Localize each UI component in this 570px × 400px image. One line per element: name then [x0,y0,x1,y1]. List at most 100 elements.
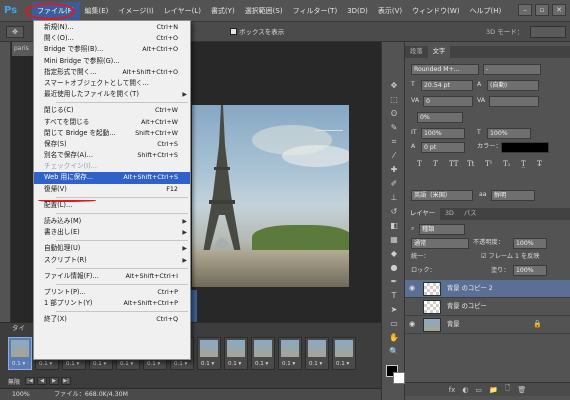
timeline-frame[interactable]: 0.1 ▾ [224,337,248,370]
transform-handle[interactable] [315,130,343,138]
file-menu-item[interactable]: 保存(S) Ctrl+S [34,139,190,150]
layer-row[interactable]: ◉ 背景 🔒 [405,316,570,334]
move-icon[interactable]: ✥ [387,80,401,92]
layer-name[interactable]: 背景 のコピー 2 [447,280,493,298]
leading-field[interactable]: (自動) [487,80,539,91]
timeline-frame[interactable]: 0.1 ▾ [197,337,221,370]
font-family-select[interactable]: Rounded M+... [411,64,479,75]
frame-duration[interactable]: 0.1 ▾ [93,361,106,367]
superscript-icon[interactable]: T¹ [485,160,497,168]
file-menu-item[interactable]: スクリプト(R) ▶ [34,255,190,266]
type-icon[interactable]: T [387,290,401,302]
text-color-swatch[interactable] [501,142,549,153]
frame-duration[interactable]: 0.1 ▾ [12,361,25,367]
menu-8[interactable]: 表示(V) [373,2,407,20]
faux-italic-icon[interactable]: T [433,160,445,168]
layer-row[interactable]: 背景 のコピー [405,298,570,316]
file-menu-item[interactable]: 閉じて Bridge を起動... Shift+Ctrl+W [34,128,190,139]
blend-mode-select[interactable]: 通常 [411,238,469,249]
font-size-field[interactable]: 20.54 pt [421,80,473,91]
kerning-field[interactable]: 0 [423,96,473,107]
layers-footer-icon[interactable]: ◐ [462,386,468,394]
eyedropper-icon[interactable]: ⁄ [387,150,401,162]
file-menu-item[interactable]: チェックイン(I)... [34,161,190,172]
file-menu-item[interactable]: 別名で保存(A)... Shift+Ctrl+S [34,150,190,161]
layers-footer-icon[interactable]: 📁 [489,386,498,394]
layers-footer-icon[interactable]: ▭ [475,386,482,394]
menu-3[interactable]: レイヤー(L) [159,2,206,20]
frame-duration[interactable]: 0.1 ▾ [201,361,214,367]
frame-duration[interactable]: 0.1 ▾ [147,361,160,367]
eye-icon[interactable]: ◉ [409,284,418,293]
frame-duration[interactable]: 0.1 ▾ [66,361,79,367]
show-box-checkbox[interactable] [230,28,237,35]
zoom-icon[interactable]: 🔍 [387,346,401,358]
timeline-frame[interactable]: 0.1 ▾ [8,337,32,370]
file-menu-item[interactable]: Bridge で参照(B)... Alt+Ctrl+O [34,44,190,55]
frame-duration[interactable]: 0.1 ▾ [120,361,133,367]
file-menu-item[interactable]: プリント(P)... Ctrl+P [34,287,190,298]
tab-3d[interactable]: 3D [440,208,459,220]
lasso-icon[interactable]: ʘ [387,108,401,120]
workspace-dropdown[interactable] [530,26,566,38]
file-menu-item[interactable]: 指定形式で開く... Alt+Shift+Ctrl+O [34,67,190,78]
menu-7[interactable]: 3D(D) [342,2,373,20]
healing-icon[interactable]: ✚ [387,164,401,176]
small-caps-icon[interactable]: Tt [467,160,479,168]
playback-button[interactable]: ▶ [49,377,60,385]
hand-icon[interactable]: ✋ [387,332,401,344]
file-menu-item[interactable]: 読み込み(M) ▶ [34,216,190,227]
frame-duration[interactable]: 0.1 ▾ [39,361,52,367]
playback-button[interactable]: ◀ [37,377,48,385]
vertical-scale-field[interactable]: 100% [421,128,465,139]
stamp-icon[interactable]: ⊥ [387,192,401,204]
subscript-icon[interactable]: T₁ [503,160,515,168]
menu-5[interactable]: 選択範囲(S) [240,2,288,20]
timeline-frame[interactable]: 0.1 ▾ [305,337,329,370]
brush-icon[interactable]: ✐ [387,178,401,190]
tab-paths[interactable]: パス [459,208,482,220]
propagate-frame-label[interactable]: ☑ フレーム 1 を反映 [481,252,540,262]
tracking-field[interactable] [489,96,539,107]
font-style-select[interactable]: - [483,64,541,75]
minimize-button[interactable]: – [518,4,532,16]
file-menu-item[interactable]: 復帰(V) F12 [34,184,190,195]
fill-field[interactable]: 100% [513,265,547,276]
tsume-field[interactable]: 0% [417,112,463,123]
eye-icon[interactable]: ◉ [409,320,418,329]
file-menu-item[interactable]: すべてを閉じる Alt+Ctrl+W [34,117,190,128]
history-brush-icon[interactable]: ↺ [387,206,401,218]
file-menu-item[interactable]: スマートオブジェクトとして開く... [34,78,190,89]
layer-name[interactable]: 背景 [447,316,460,334]
frame-duration[interactable]: 0.1 ▾ [174,361,187,367]
file-menu-item[interactable]: 閉じる(C) Ctrl+W [34,105,190,116]
menu-6[interactable]: フィルター(T) [288,2,343,20]
playback-button[interactable]: |◀ [25,377,36,385]
file-menu-item[interactable]: 新規(N)... Ctrl+N [34,22,190,33]
quick-select-icon[interactable]: ✎ [387,122,401,134]
zoom-level[interactable]: 100% [12,389,30,400]
layer-name[interactable]: 背景 のコピー [447,298,487,316]
frame-duration[interactable]: 0.1 ▾ [228,361,241,367]
menu-1[interactable]: 編集(E) [80,2,114,20]
file-menu-item[interactable]: Mini Bridge で参照(G)... [34,56,190,67]
opacity-field[interactable]: 100% [513,238,547,249]
menu-9[interactable]: ウィンドウ(W) [407,2,464,20]
file-menu-item[interactable]: 最近使用したファイルを開く(T) ▶ [34,89,190,100]
tab-character[interactable]: 文字 [427,46,451,58]
file-menu-item[interactable]: 自動処理(U) ▶ [34,243,190,254]
crop-icon[interactable]: ⌗ [387,136,401,148]
layer-row[interactable]: ◉ 背景 のコピー 2 [405,280,570,298]
tab-layers[interactable]: レイヤー [405,208,440,220]
maximize-button[interactable]: ▫ [535,4,549,16]
loop-select[interactable]: 無限 [8,377,20,386]
background-color[interactable] [393,372,405,384]
close-button[interactable]: ✕ [552,4,566,16]
file-menu-item[interactable]: 1 部プリント(Y) Alt+Shift+Ctrl+P [34,298,190,309]
file-menu-item[interactable]: ファイル情報(F)... Alt+Shift+Ctrl+I [34,271,190,282]
eye-icon[interactable] [409,302,418,311]
menu-2[interactable]: イメージ(I) [113,2,158,20]
all-caps-icon[interactable]: TT [449,160,461,168]
file-menu-item[interactable]: 開く(O)... Ctrl+O [34,33,190,44]
move-tool-icon[interactable]: ✥ [6,26,24,38]
